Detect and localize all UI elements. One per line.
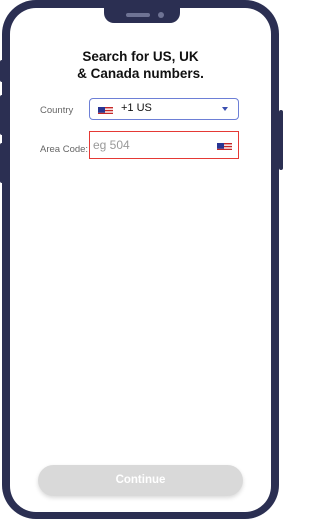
page-title: Search for US, UK & Canada numbers. [10,48,271,82]
page-title-line-2: & Canada numbers. [77,66,204,81]
chevron-down-icon [222,107,228,111]
area-code-input[interactable] [93,136,203,154]
phone-power-button [279,110,283,170]
page-title-line-1: Search for US, UK [82,49,199,64]
front-camera [158,12,164,18]
country-label: Country [40,105,74,116]
speaker-grille [126,13,150,17]
phone-screen: Search for US, UK & Canada numbers. Coun… [10,8,271,512]
phone-mockup: Search for US, UK & Canada numbers. Coun… [0,0,283,521]
area-code-label: Area Code: [40,144,89,155]
phone-notch [104,8,180,23]
us-flag-icon [217,140,232,150]
country-select[interactable]: +1 US [89,98,239,120]
us-flag-icon [98,104,113,114]
area-code-field[interactable] [89,131,239,159]
country-select-value: +1 US [121,102,152,114]
continue-button[interactable]: Continue [38,465,243,496]
